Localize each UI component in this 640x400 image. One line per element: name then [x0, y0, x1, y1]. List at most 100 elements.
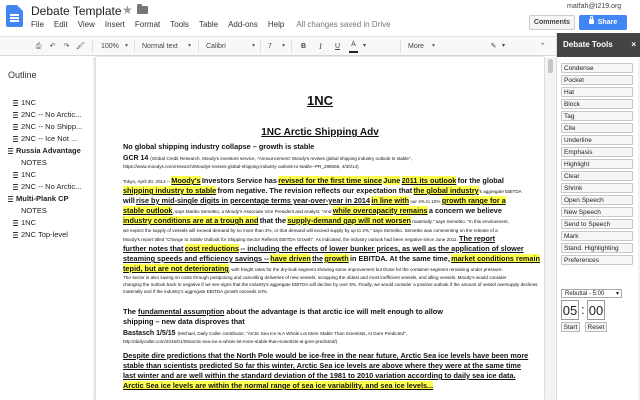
outline-item[interactable]: Multi-Plank CP: [8, 193, 82, 205]
card-body-line[interactable]: Arctic Sea ice levels are within the nor…: [123, 381, 541, 390]
highlight-button[interactable]: Highlight: [561, 159, 633, 169]
send-to-speech-button[interactable]: Send to Speech: [561, 219, 633, 229]
bold-button[interactable]: B: [298, 40, 309, 53]
document-page[interactable]: 1NC 1NC Arctic Shipping Adv No global sh…: [96, 57, 544, 400]
standardize-highlighting-button[interactable]: Stand. Highlighting: [561, 243, 633, 253]
folder-icon[interactable]: [137, 4, 148, 14]
emphasis-button[interactable]: Emphasis: [561, 147, 633, 157]
editing-mode-dropdown-icon[interactable]: ▾: [500, 40, 507, 53]
card-body-line[interactable]: shipping industry to stable from negativ…: [123, 186, 541, 195]
card-body-line[interactable]: further notes that cost reductions -- in…: [123, 244, 541, 253]
timer-reset-button[interactable]: Reset: [585, 322, 607, 332]
mark-button[interactable]: Mark: [561, 231, 633, 241]
clear-button[interactable]: Clear: [561, 171, 633, 181]
docs-logo-icon[interactable]: [6, 5, 23, 27]
card-body-line[interactable]: last winter and are well within the stan…: [123, 372, 541, 380]
card-body-line[interactable]: Moody's report titled "Change to Stable …: [123, 235, 541, 243]
outline-item[interactable]: 1NC: [8, 169, 82, 181]
print-icon[interactable]: ⎙: [33, 40, 44, 53]
outline-item[interactable]: Russia Advantage: [8, 145, 82, 157]
card-tag[interactable]: The fundamental assumption about the adv…: [123, 307, 541, 316]
card-body-line[interactable]: stable outlook, says Mariko Semetko, a M…: [123, 206, 541, 215]
undo-icon[interactable]: ↶: [47, 40, 58, 53]
outline-item[interactable]: 2NC -- No Shipp...: [8, 121, 82, 133]
timer-start-button[interactable]: Start: [561, 322, 580, 332]
highlighted-text: growth range for a: [441, 196, 506, 205]
timer-speech-select[interactable]: Rebuttal - 5:00: [561, 289, 622, 298]
menu-file[interactable]: File: [31, 20, 49, 29]
card-body-line[interactable]: tepid, but are not deteriorating, with f…: [123, 264, 541, 273]
menu-view[interactable]: View: [78, 20, 100, 29]
card-body-line[interactable]: Despite dire predictions that the North …: [123, 352, 541, 360]
text-color-dropdown-icon[interactable]: ▾: [361, 40, 368, 53]
card-cite[interactable]: Bastasch 1/5/15 (Michael, Daily Caller c…: [123, 329, 541, 338]
formatting-toolbar: ⎙ ↶ ↷ 🖌 100% Normal text Calibri 7 B I U…: [0, 36, 556, 56]
condense-button[interactable]: Condense: [561, 63, 633, 73]
cite-url[interactable]: https://www.moodys.com/research/Moodys-r…: [123, 164, 541, 170]
block-button[interactable]: Block: [561, 99, 633, 109]
outline-item[interactable]: 1NC: [8, 217, 82, 229]
outline-item-label: 1NC: [21, 98, 37, 107]
timer-seconds[interactable]: 00: [587, 300, 605, 320]
card-body-line[interactable]: materially and if the industry's aggrega…: [123, 288, 541, 295]
menu-tools[interactable]: Tools: [170, 20, 194, 29]
menu-help[interactable]: Help: [268, 20, 289, 29]
pencil-icon[interactable]: ✎: [488, 40, 499, 53]
document-title[interactable]: Debate Template: [31, 4, 122, 18]
outline-item[interactable]: 2NC -- No Arctic...: [8, 109, 82, 121]
collapse-icon[interactable]: ⌃: [537, 40, 548, 53]
card-body-line[interactable]: Tokyo, April 30, 2014 -- Moody's Investo…: [123, 176, 541, 185]
heading-icon: [8, 196, 13, 202]
more-button[interactable]: More: [406, 40, 436, 53]
outline-item[interactable]: 2NC Top-level: [8, 229, 82, 241]
star-icon[interactable]: ★: [122, 3, 133, 17]
share-button[interactable]: Share: [579, 15, 627, 30]
outline-item[interactable]: NOTES: [8, 205, 82, 217]
card-cite[interactable]: GCR 14 (Global Credit Research, Moody's …: [123, 154, 541, 163]
new-speech-button[interactable]: New Speech: [561, 207, 633, 217]
open-speech-button[interactable]: Open Speech: [561, 195, 633, 205]
hat-heading[interactable]: 1NC Arctic Shipping Adv: [96, 127, 544, 138]
user-email[interactable]: matfah@t219.org: [567, 3, 621, 10]
card-tag[interactable]: shipping – new data disproves that: [123, 317, 541, 326]
menu-table[interactable]: Table: [199, 20, 223, 29]
cite-url[interactable]: http://dailycaller.com/2015/01/05/arctic…: [123, 339, 541, 345]
card-body-line[interactable]: will rise by mid-single digits in percen…: [123, 196, 541, 205]
card-tag[interactable]: No global shipping industry collapse – g…: [123, 142, 541, 151]
italic-button[interactable]: I: [315, 40, 326, 53]
timer-separator: :: [581, 302, 585, 317]
outline-item[interactable]: 2NC -- No Arctic...: [8, 181, 82, 193]
paint-format-icon[interactable]: 🖌: [75, 40, 86, 53]
menu-format[interactable]: Format: [135, 20, 165, 29]
zoom-select[interactable]: 100%: [99, 40, 129, 53]
outline-item[interactable]: 1NC: [8, 97, 82, 109]
menu-insert[interactable]: Insert: [105, 20, 130, 29]
redo-icon[interactable]: ↷: [61, 40, 72, 53]
card-body-line[interactable]: stable than scientists predicted So far …: [123, 362, 541, 370]
card-body-line[interactable]: steaming speeds and efficiency savings -…: [123, 254, 541, 263]
document-scrollbar[interactable]: [545, 57, 556, 400]
text-color-button[interactable]: A: [349, 40, 358, 53]
cite-button[interactable]: Cite: [561, 123, 633, 133]
shrink-button[interactable]: Shrink: [561, 183, 633, 193]
close-icon[interactable]: ×: [631, 33, 636, 57]
underline-button[interactable]: U: [332, 40, 343, 53]
font-select[interactable]: Calibri: [204, 40, 256, 53]
timer-minutes[interactable]: 05: [561, 300, 579, 320]
text-run: The: [123, 307, 136, 316]
outline-item[interactable]: NOTES: [8, 157, 82, 169]
underline-tool-button[interactable]: Underline: [561, 135, 633, 145]
scrollbar-thumb[interactable]: [548, 59, 553, 73]
style-select[interactable]: Normal text: [140, 40, 192, 53]
menu-addons[interactable]: Add-ons: [228, 20, 263, 29]
preferences-button[interactable]: Preferences: [561, 255, 633, 265]
outline-item[interactable]: 2NC -- Ice Not ...: [8, 133, 82, 145]
menu-edit[interactable]: Edit: [54, 20, 73, 29]
hat-button[interactable]: Hat: [561, 87, 633, 97]
comments-button[interactable]: Comments: [529, 15, 575, 30]
card-body-line[interactable]: industry conditions are at a trough and …: [123, 216, 541, 225]
tag-button[interactable]: Tag: [561, 111, 633, 121]
pocket-heading[interactable]: 1NC: [96, 93, 544, 108]
font-size-select[interactable]: 7: [266, 40, 286, 53]
pocket-button[interactable]: Pocket: [561, 75, 633, 85]
